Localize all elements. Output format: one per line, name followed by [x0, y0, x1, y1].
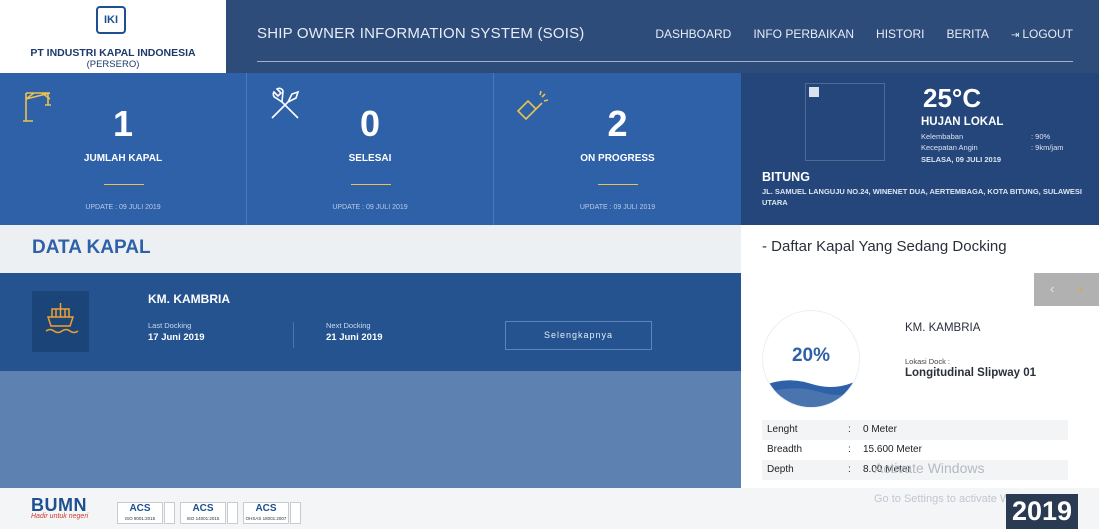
acs-cert-badge: ACS OHSAS 18001:2007	[243, 502, 289, 524]
weather-panel: 25°C HUJAN LOKAL Kelembaban: 90% Kecepat…	[741, 73, 1099, 225]
nav-histori[interactable]: HISTORI	[876, 27, 924, 41]
dock-location-label: Lokasi Dock :	[905, 357, 951, 366]
top-navigation-bar: SHIP OWNER INFORMATION SYSTEM (SOIS) DAS…	[226, 0, 1099, 73]
header-divider	[257, 61, 1073, 62]
logout-label: LOGOUT	[1022, 27, 1073, 41]
chevron-left-icon[interactable]: ‹	[1050, 281, 1054, 296]
nav-logout[interactable]: ⇥ LOGOUT	[1011, 27, 1073, 41]
iki-logo-icon: IKI	[96, 6, 126, 34]
acs-cert-badge: ACS ISO 14001:2015	[180, 502, 226, 524]
stat-label: ON PROGRESS	[580, 153, 655, 164]
data-kapal-title: DATA KAPAL	[32, 237, 151, 258]
stat-update: UPDATE : 09 JULI 2019	[332, 204, 408, 211]
data-kapal-header: DATA KAPAL	[0, 225, 741, 273]
ship-list-area	[0, 371, 741, 488]
docking-ship-name: KM. KAMBRIA	[905, 322, 981, 334]
stat-update: UPDATE : 09 JULI 2019	[85, 204, 161, 211]
stat-label: JUMLAH KAPAL	[83, 153, 163, 164]
footer-year: 2019	[1006, 494, 1079, 529]
progress-percent: 20%	[791, 345, 831, 366]
broken-image-icon	[809, 87, 819, 97]
nav-info-perbaikan[interactable]: INFO PERBAIKAN	[753, 27, 854, 41]
stat-update: UPDATE : 09 JULI 2019	[579, 204, 656, 211]
spec-row: Breadth:15.600 Meter	[762, 440, 1068, 460]
carousel-controls: ‹ ›	[1034, 273, 1099, 306]
docking-list-title: - Daftar Kapal Yang Sedang Docking	[762, 238, 1007, 255]
spec-row: Lenght:0 Meter	[762, 420, 1068, 440]
stat-divider	[598, 184, 638, 185]
main-nav: DASHBOARD INFO PERBAIKAN HISTORI BERITA …	[633, 27, 1073, 41]
app-title: SHIP OWNER INFORMATION SYSTEM (SOIS)	[257, 25, 585, 42]
last-docking-value: 17 Juni 2019	[148, 332, 205, 343]
cert-badge-icon	[227, 502, 238, 524]
stat-value: 2	[607, 103, 628, 144]
weather-image	[805, 83, 885, 161]
stat-value: 0	[359, 103, 381, 144]
last-docking-label: Last Docking	[148, 321, 192, 330]
ship-icon	[32, 291, 89, 352]
logout-icon: ⇥	[1010, 30, 1020, 41]
dock-location-value: Longitudinal Slipway 01	[905, 367, 1036, 379]
nav-dashboard[interactable]: DASHBOARD	[655, 27, 731, 41]
docking-list-header: - Daftar Kapal Yang Sedang Docking	[741, 225, 1099, 273]
company-subtitle: (PERSERO)	[86, 59, 140, 70]
acs-cert-badge: ACS ISO 9001:2015	[117, 502, 163, 524]
next-docking-label: Next Docking	[326, 321, 371, 330]
stat-card-selesai: 0 SELESAI UPDATE : 09 JULI 2019	[247, 73, 494, 225]
docking-card: ‹ › 20% KM. KAMBRIA Lokasi Dock : Longit…	[741, 273, 1099, 488]
stat-card-jumlah-kapal: 1 JUMLAH KAPAL UPDATE : 09 JULI 2019	[0, 73, 247, 225]
weather-address: JL. SAMUEL LANGUJU NO.24, WINENET DUA, A…	[762, 187, 1083, 207]
wind-row: Kecepatan Angin: 9km/jam	[921, 143, 1064, 152]
next-docking-value: 21 Juni 2019	[326, 332, 383, 343]
weather-city: BITUNG	[762, 170, 810, 184]
copyright-icon: ©	[1018, 480, 1027, 492]
humidity-row: Kelembaban: 90%	[921, 132, 1051, 141]
stat-value: 1	[112, 103, 134, 144]
stat-divider	[104, 184, 144, 185]
nav-berita[interactable]: BERITA	[946, 27, 988, 41]
activate-windows-title: Activate Windows	[874, 460, 985, 476]
chevron-right-icon[interactable]: ›	[1078, 281, 1082, 296]
stat-label: SELESAI	[348, 153, 392, 164]
temperature: 25°C	[923, 83, 982, 113]
weather-condition: HUJAN LOKAL	[921, 116, 1004, 128]
bumn-logo: BUMN Hadir untuk negeri	[31, 495, 89, 520]
company-name: PT INDUSTRI KAPAL INDONESIA	[30, 47, 196, 59]
progress-circle: 20%	[763, 311, 859, 407]
ship-card: KM. KAMBRIA Last Docking 17 Juni 2019 Ne…	[0, 273, 741, 371]
stat-card-on-progress: 2 ON PROGRESS UPDATE : 09 JULI 2019	[494, 73, 741, 225]
weather-date: SELASA, 09 JULI 2019	[921, 155, 1002, 164]
cert-badge-icon	[290, 502, 301, 524]
selengkapnya-button[interactable]: Selengkapnya	[505, 321, 652, 350]
cert-badge-icon	[164, 502, 175, 524]
company-logo-area: IKI PT INDUSTRI KAPAL INDONESIA (PERSERO…	[0, 0, 226, 73]
ship-name: KM. KAMBRIA	[148, 292, 230, 306]
stat-divider	[351, 184, 391, 185]
stats-row: 1 JUMLAH KAPAL UPDATE : 09 JULI 2019 0 S…	[0, 73, 741, 225]
docking-divider	[293, 322, 294, 348]
